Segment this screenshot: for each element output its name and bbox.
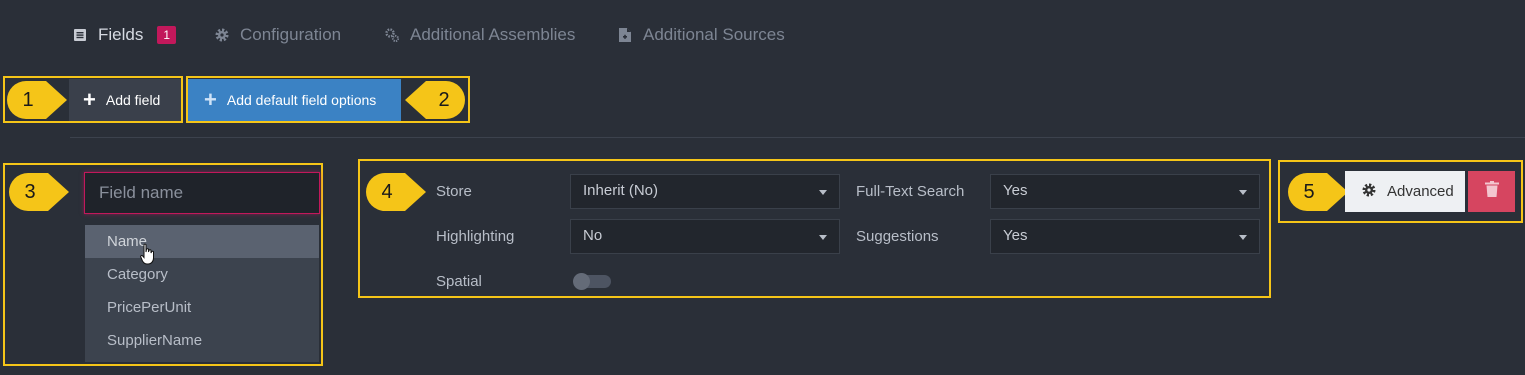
tab-label: Configuration: [240, 25, 342, 44]
callout-number: 5: [1303, 181, 1315, 203]
advanced-label: Advanced: [1387, 183, 1454, 200]
list-icon: [72, 27, 88, 43]
suggestion-item[interactable]: PricePerUnit: [85, 291, 319, 324]
gear-icon: [1361, 182, 1377, 202]
full-text-search-label: Full-Text Search: [856, 183, 965, 200]
tab-label: Additional Sources: [643, 25, 785, 44]
spatial-toggle[interactable]: [573, 273, 611, 290]
suggestions-value: Yes: [1003, 227, 1028, 244]
add-default-field-options-button[interactable]: + Add default field options: [188, 79, 401, 121]
callout-number: 2: [438, 89, 450, 111]
add-field-button[interactable]: + Add field: [69, 79, 181, 121]
store-label: Store: [436, 183, 472, 200]
caret-down-icon: [1239, 190, 1247, 195]
divider: [70, 137, 1525, 138]
full-text-search-value: Yes: [1003, 182, 1028, 199]
tab-label: Additional Assemblies: [410, 25, 576, 44]
spatial-label: Spatial: [436, 273, 482, 290]
highlighting-label: Highlighting: [436, 228, 515, 245]
tab-fields[interactable]: Fields 1: [72, 22, 177, 48]
caret-down-icon: [819, 190, 827, 195]
callout-number: 4: [381, 181, 393, 203]
callout-number: 3: [24, 181, 36, 203]
tab-label: Fields: [98, 25, 144, 44]
plus-icon: +: [83, 87, 96, 112]
caret-down-icon: [1239, 235, 1247, 240]
callout-3: 3: [8, 172, 70, 212]
highlighting-value: No: [583, 227, 603, 244]
highlighting-select[interactable]: No: [570, 219, 840, 254]
tab-configuration[interactable]: Configuration: [214, 22, 341, 48]
advanced-button[interactable]: Advanced: [1345, 171, 1465, 212]
tab-additional-sources[interactable]: Additional Sources: [617, 22, 785, 48]
callout-1: 1: [6, 80, 68, 120]
suggestion-item[interactable]: SupplierName: [85, 324, 319, 357]
gears-icon: [384, 27, 400, 43]
store-select[interactable]: Inherit (No): [570, 174, 840, 209]
caret-down-icon: [819, 235, 827, 240]
field-name-suggestions: Name Category PricePerUnit SupplierName: [85, 225, 319, 362]
file-icon: [617, 27, 633, 43]
callout-4: 4: [365, 172, 427, 212]
add-default-label: Add default field options: [226, 92, 377, 108]
field-name-input[interactable]: [84, 172, 320, 214]
suggestion-item[interactable]: Category: [85, 258, 319, 291]
toggle-knob: [573, 273, 590, 290]
plus-icon: +: [204, 87, 217, 112]
suggestions-label: Suggestions: [856, 228, 939, 245]
full-text-search-select[interactable]: Yes: [990, 174, 1260, 209]
delete-button[interactable]: [1468, 171, 1515, 212]
trash-icon: [1484, 181, 1499, 202]
suggestions-select[interactable]: Yes: [990, 219, 1260, 254]
callout-5: 5: [1287, 172, 1349, 212]
gear-icon: [214, 27, 230, 43]
suggestion-item[interactable]: Name: [85, 225, 319, 258]
tab-additional-assemblies[interactable]: Additional Assemblies: [384, 22, 575, 48]
callout-number: 1: [22, 89, 34, 111]
field-count-badge: 1: [157, 26, 177, 44]
add-field-label: Add field: [105, 92, 161, 108]
hand-cursor-icon: [140, 243, 156, 270]
callout-2: 2: [404, 80, 466, 120]
store-value: Inherit (No): [583, 182, 659, 199]
